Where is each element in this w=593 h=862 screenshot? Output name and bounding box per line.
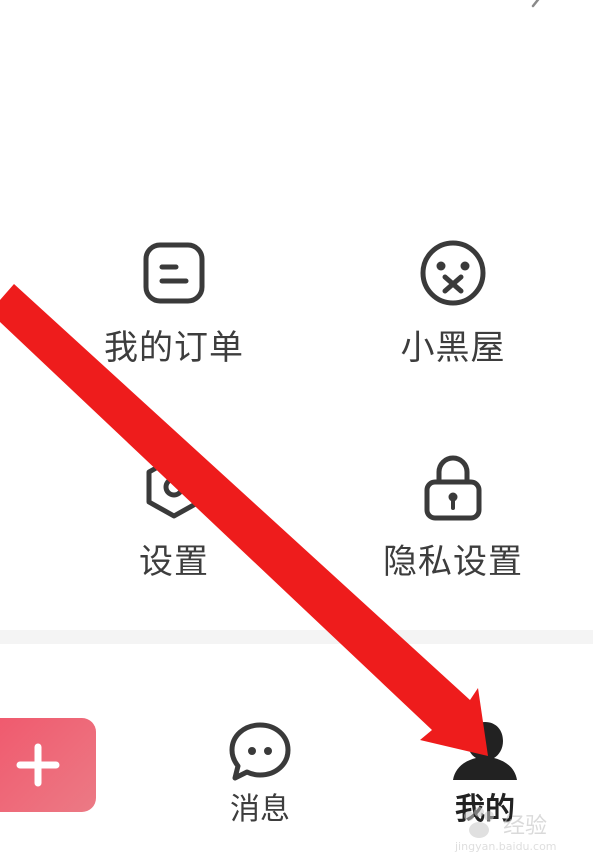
menu-item-my-orders[interactable]: 我的订单: [64, 238, 284, 368]
padlock-icon: [418, 452, 488, 522]
user-avatar-icon: [450, 716, 520, 786]
menu-item-label: 我的订单: [104, 328, 244, 368]
dizzy-face-icon: [418, 238, 488, 308]
watermark: 经验 jingyan.baidu.com: [455, 806, 585, 856]
plus-icon: [16, 743, 60, 787]
menu-item-privacy-settings[interactable]: 隐私设置: [343, 452, 563, 582]
menu-item-label: 隐私设置: [383, 542, 523, 582]
paw-logo-icon: [464, 807, 494, 838]
menu-item-label: 小黑屋: [400, 328, 506, 368]
publish-button[interactable]: [0, 718, 96, 812]
section-divider: [0, 630, 593, 644]
hex-gear-icon: [139, 452, 209, 522]
watermark-subtext: jingyan.baidu.com: [455, 840, 557, 853]
watermark-text: 经验: [503, 814, 548, 839]
tab-messages[interactable]: 消息: [200, 716, 320, 828]
profile-menu-grid: 我的订单 小黑屋 设置 隐私设置: [0, 0, 593, 630]
chat-bubble-icon: [225, 716, 295, 786]
tab-label: 消息: [230, 792, 290, 827]
order-list-icon: [139, 238, 209, 308]
menu-item-label: 设置: [139, 542, 209, 582]
menu-item-settings[interactable]: 设置: [64, 452, 284, 582]
menu-item-blacklist[interactable]: 小黑屋: [343, 238, 563, 368]
